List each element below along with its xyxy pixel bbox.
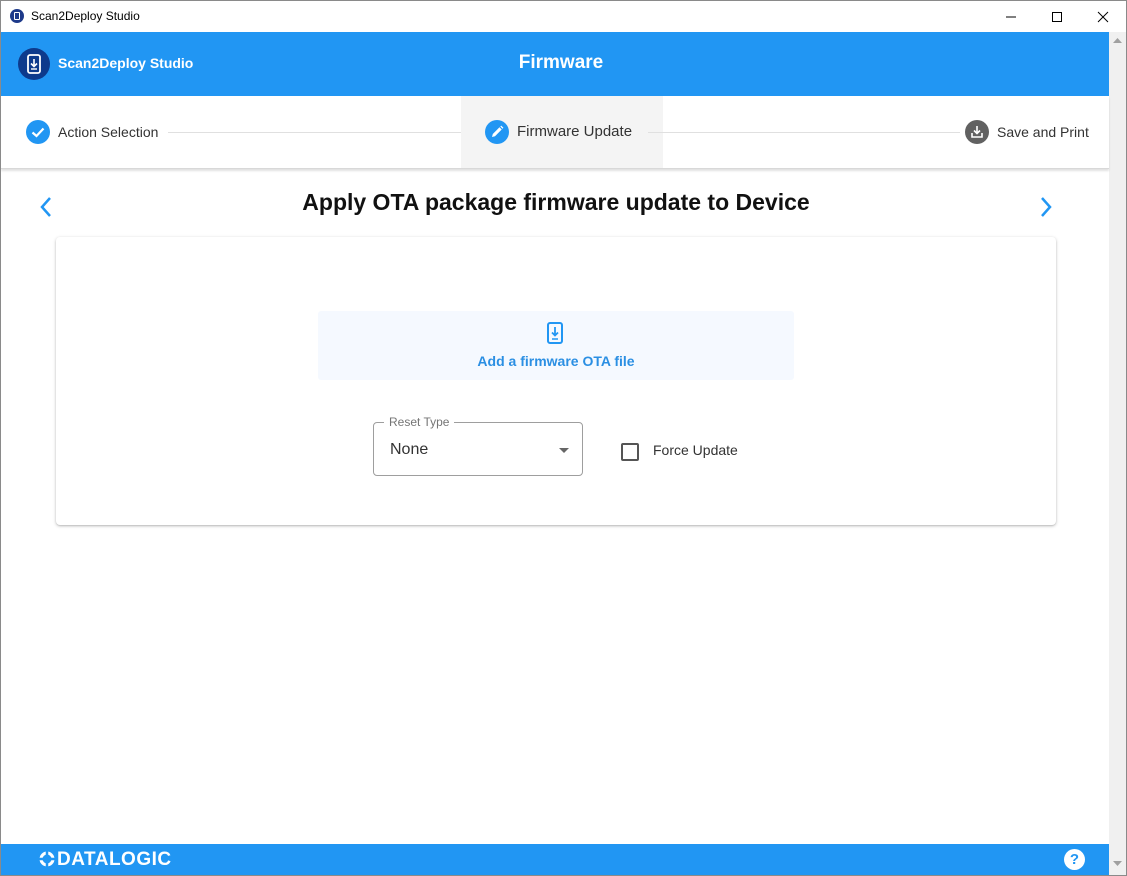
reset-type-value[interactable]: None (390, 441, 428, 459)
force-update-checkbox[interactable] (621, 443, 639, 461)
step-connector (168, 132, 461, 133)
step-connector (648, 132, 960, 133)
check-icon (26, 120, 50, 144)
next-button[interactable] (1038, 195, 1058, 219)
app-header: Scan2Deploy Studio Firmware (1, 32, 1109, 96)
page-title: Firmware (518, 52, 604, 73)
stepper: Action Selection Firmware Update Save an… (1, 96, 1109, 169)
add-firmware-dropzone[interactable]: Add a firmware OTA file (318, 311, 794, 380)
footer: DATALOGIC ? (1, 844, 1109, 875)
add-firmware-label[interactable]: Add a firmware OTA file (318, 353, 794, 369)
step-save-print-icon[interactable] (965, 120, 989, 144)
step-firmware-update-label[interactable]: Firmware Update (517, 123, 632, 140)
device-download-icon (547, 322, 563, 344)
window-title: Scan2Deploy Studio (31, 9, 140, 23)
step-action-selection-icon[interactable] (26, 120, 50, 144)
maximize-button[interactable] (1034, 1, 1080, 32)
download-tray-icon (965, 120, 989, 144)
minimize-icon (1006, 16, 1016, 18)
scroll-up-icon[interactable] (1113, 38, 1122, 44)
reset-type-select[interactable]: Reset Type None (373, 415, 583, 476)
vertical-scrollbar[interactable] (1109, 32, 1126, 875)
app-icon (10, 9, 24, 23)
step-save-print-label[interactable]: Save and Print (997, 124, 1089, 140)
scroll-down-icon[interactable] (1113, 861, 1122, 867)
step-action-selection-label[interactable]: Action Selection (58, 124, 158, 140)
reset-type-label: Reset Type (384, 415, 455, 429)
datalogic-wordmark: DATALOGIC (57, 849, 172, 870)
firmware-card: Add a firmware OTA file Reset Type None … (56, 237, 1056, 525)
datalogic-mark-icon (39, 851, 55, 867)
title-bar: Scan2Deploy Studio (1, 1, 1126, 32)
help-icon[interactable]: ? (1064, 849, 1085, 870)
content-title: Apply OTA package firmware update to Dev… (302, 189, 810, 215)
close-icon (1097, 11, 1109, 23)
step-firmware-update-icon[interactable] (485, 120, 509, 144)
maximize-icon (1052, 12, 1062, 22)
chevron-right-icon (1041, 197, 1052, 217)
app-window: Scan2Deploy Studio Scan2Deploy Studio Fi… (0, 0, 1127, 876)
minimize-button[interactable] (988, 1, 1034, 32)
close-button[interactable] (1080, 1, 1126, 32)
datalogic-logo: DATALOGIC (39, 849, 172, 870)
force-update-label[interactable]: Force Update (653, 442, 738, 458)
pencil-icon (485, 120, 509, 144)
dropdown-caret-icon[interactable] (559, 448, 569, 453)
